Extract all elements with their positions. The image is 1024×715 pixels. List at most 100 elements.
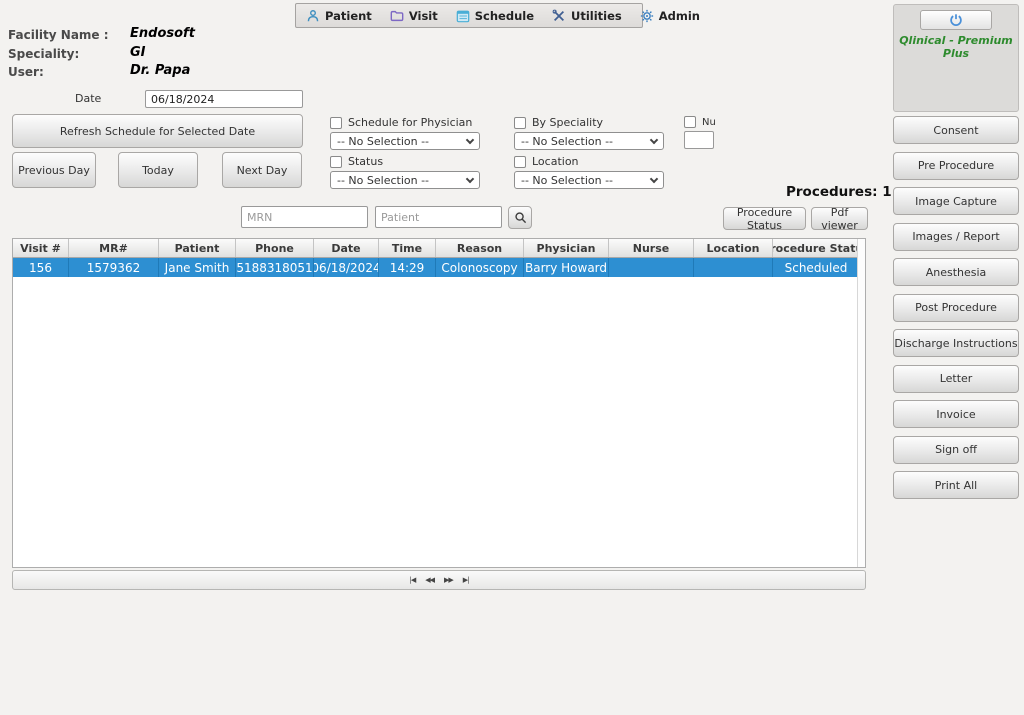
chevron-down-icon — [466, 174, 474, 182]
sidebar-button-image-capture[interactable]: Image Capture — [893, 187, 1019, 215]
schedule-for-physician-label: Schedule for Physician — [348, 116, 472, 129]
user-label: User: — [8, 65, 44, 79]
physician-select[interactable]: -- No Selection -- — [330, 132, 480, 150]
last-page-button[interactable]: ▶| — [463, 576, 469, 584]
status-label: Status — [348, 155, 383, 168]
user-value: Dr. Papa — [130, 63, 190, 78]
chevron-down-icon — [466, 135, 474, 143]
sidebar-button-anesthesia[interactable]: Anesthesia — [893, 258, 1019, 286]
sidebar-button-consent[interactable]: Consent — [893, 116, 1019, 144]
status-select-value: -- No Selection -- — [337, 174, 429, 187]
nav-visit[interactable]: Visit — [390, 9, 438, 23]
nav-utilities[interactable]: Utilities — [552, 9, 622, 23]
nurse-input[interactable] — [684, 131, 714, 149]
status-checkbox[interactable] — [330, 156, 342, 168]
table-scrollbar-gutter[interactable] — [857, 239, 865, 567]
sidebar-button-print-all[interactable]: Print All — [893, 471, 1019, 499]
next-page-button[interactable]: ▶▶ — [444, 576, 453, 584]
nav-patient-label: Patient — [325, 9, 372, 23]
by-speciality-label: By Speciality — [532, 116, 603, 129]
procedures-count: Procedures: 1 — [786, 184, 892, 200]
pdf-viewer-button[interactable]: Pdf viewer — [811, 207, 868, 230]
col-date[interactable]: Date — [314, 239, 379, 257]
power-button[interactable] — [920, 10, 992, 30]
brand-title: Qlinical - Premium Plus — [894, 34, 1018, 60]
sidebar-button-pre-procedure[interactable]: Pre Procedure — [893, 152, 1019, 180]
col-patient[interactable]: Patient — [159, 239, 236, 257]
nav-schedule[interactable]: Schedule — [456, 9, 534, 23]
chevron-down-icon — [650, 135, 658, 143]
status-select[interactable]: -- No Selection -- — [330, 171, 480, 189]
cell-time: 14:29 — [379, 258, 436, 277]
mrn-search-input[interactable] — [241, 206, 368, 228]
col-phone[interactable]: Phone — [236, 239, 314, 257]
col-physician[interactable]: Physician — [524, 239, 609, 257]
location-label: Location — [532, 155, 579, 168]
facility-name-label: Facility Name : — [8, 28, 109, 42]
folder-icon — [390, 9, 404, 23]
top-toolbar: Patient Visit Schedule Utilities — [295, 3, 643, 28]
sidebar-button-sign-off[interactable]: Sign off — [893, 436, 1019, 464]
first-page-button[interactable]: |◀ — [409, 576, 415, 584]
nav-utilities-label: Utilities — [571, 9, 622, 23]
speciality-select[interactable]: -- No Selection -- — [514, 132, 664, 150]
nav-admin[interactable]: Admin — [640, 9, 700, 23]
nurse-label-truncated: Nu — [702, 117, 716, 128]
cell-physician: Barry Howard — [524, 258, 609, 277]
person-icon — [306, 9, 320, 23]
col-nurse[interactable]: Nurse — [609, 239, 694, 257]
cell-phone: 5188318051 — [236, 258, 314, 277]
nav-schedule-label: Schedule — [475, 9, 534, 23]
patient-search-input[interactable] — [375, 206, 502, 228]
col-mr[interactable]: MR# — [69, 239, 159, 257]
speciality-label: Speciality: — [8, 47, 79, 61]
cell-mr: 1579362 — [69, 258, 159, 277]
chevron-down-icon — [650, 174, 658, 182]
search-button[interactable] — [508, 206, 532, 229]
schedule-for-physician-checkbox[interactable] — [330, 117, 342, 129]
col-procedure-status[interactable]: Procedure Status — [773, 239, 859, 257]
sidebar-button-discharge-instructions[interactable]: Discharge Instructions — [893, 329, 1019, 357]
date-label: Date — [75, 92, 101, 105]
previous-day-button[interactable]: Previous Day — [12, 152, 96, 188]
table-row-selected[interactable]: 156 1579362 Jane Smith 5188318051 06/18/… — [13, 258, 865, 277]
sidebar-button-invoice[interactable]: Invoice — [893, 400, 1019, 428]
pagination-bar: |◀ ◀◀ ▶▶ ▶| — [12, 570, 866, 590]
sidebar-button-images-report[interactable]: Images / Report — [893, 223, 1019, 251]
sidebar-actions: Consent Pre Procedure Image Capture Imag… — [893, 116, 1019, 507]
nav-visit-label: Visit — [409, 9, 438, 23]
location-checkbox[interactable] — [514, 156, 526, 168]
sidebar-button-letter[interactable]: Letter — [893, 365, 1019, 393]
cell-procedure-status: Scheduled — [773, 258, 859, 277]
nav-patient[interactable]: Patient — [306, 9, 372, 23]
cell-date: 06/18/2024 — [314, 258, 379, 277]
cell-reason: Colonoscopy — [436, 258, 524, 277]
sidebar-button-post-procedure[interactable]: Post Procedure — [893, 294, 1019, 322]
schedule-table: Visit # MR# Patient Phone Date Time Reas… — [12, 238, 866, 568]
by-speciality-checkbox[interactable] — [514, 117, 526, 129]
cell-nurse — [609, 258, 694, 277]
date-input[interactable] — [145, 90, 303, 108]
col-location[interactable]: Location — [694, 239, 773, 257]
facility-name-value: Endosoft — [130, 26, 195, 41]
physician-select-value: -- No Selection -- — [337, 135, 429, 148]
col-time[interactable]: Time — [379, 239, 436, 257]
calendar-icon — [456, 9, 470, 23]
previous-page-button[interactable]: ◀◀ — [425, 576, 434, 584]
location-select-value: -- No Selection -- — [521, 174, 613, 187]
col-reason[interactable]: Reason — [436, 239, 524, 257]
refresh-schedule-button[interactable]: Refresh Schedule for Selected Date — [12, 114, 303, 148]
next-day-button[interactable]: Next Day — [222, 152, 302, 188]
gear-icon — [640, 9, 654, 23]
cell-location — [694, 258, 773, 277]
procedure-status-button[interactable]: Procedure Status — [723, 207, 806, 230]
sidebar-brand-panel: Qlinical - Premium Plus — [893, 4, 1019, 112]
location-select[interactable]: -- No Selection -- — [514, 171, 664, 189]
speciality-value: GI — [130, 45, 146, 60]
nurse-checkbox[interactable] — [684, 116, 696, 128]
nav-admin-label: Admin — [659, 9, 700, 23]
col-visit[interactable]: Visit # — [13, 239, 69, 257]
today-button[interactable]: Today — [118, 152, 198, 188]
table-header-row: Visit # MR# Patient Phone Date Time Reas… — [13, 239, 865, 258]
search-icon — [514, 211, 527, 224]
